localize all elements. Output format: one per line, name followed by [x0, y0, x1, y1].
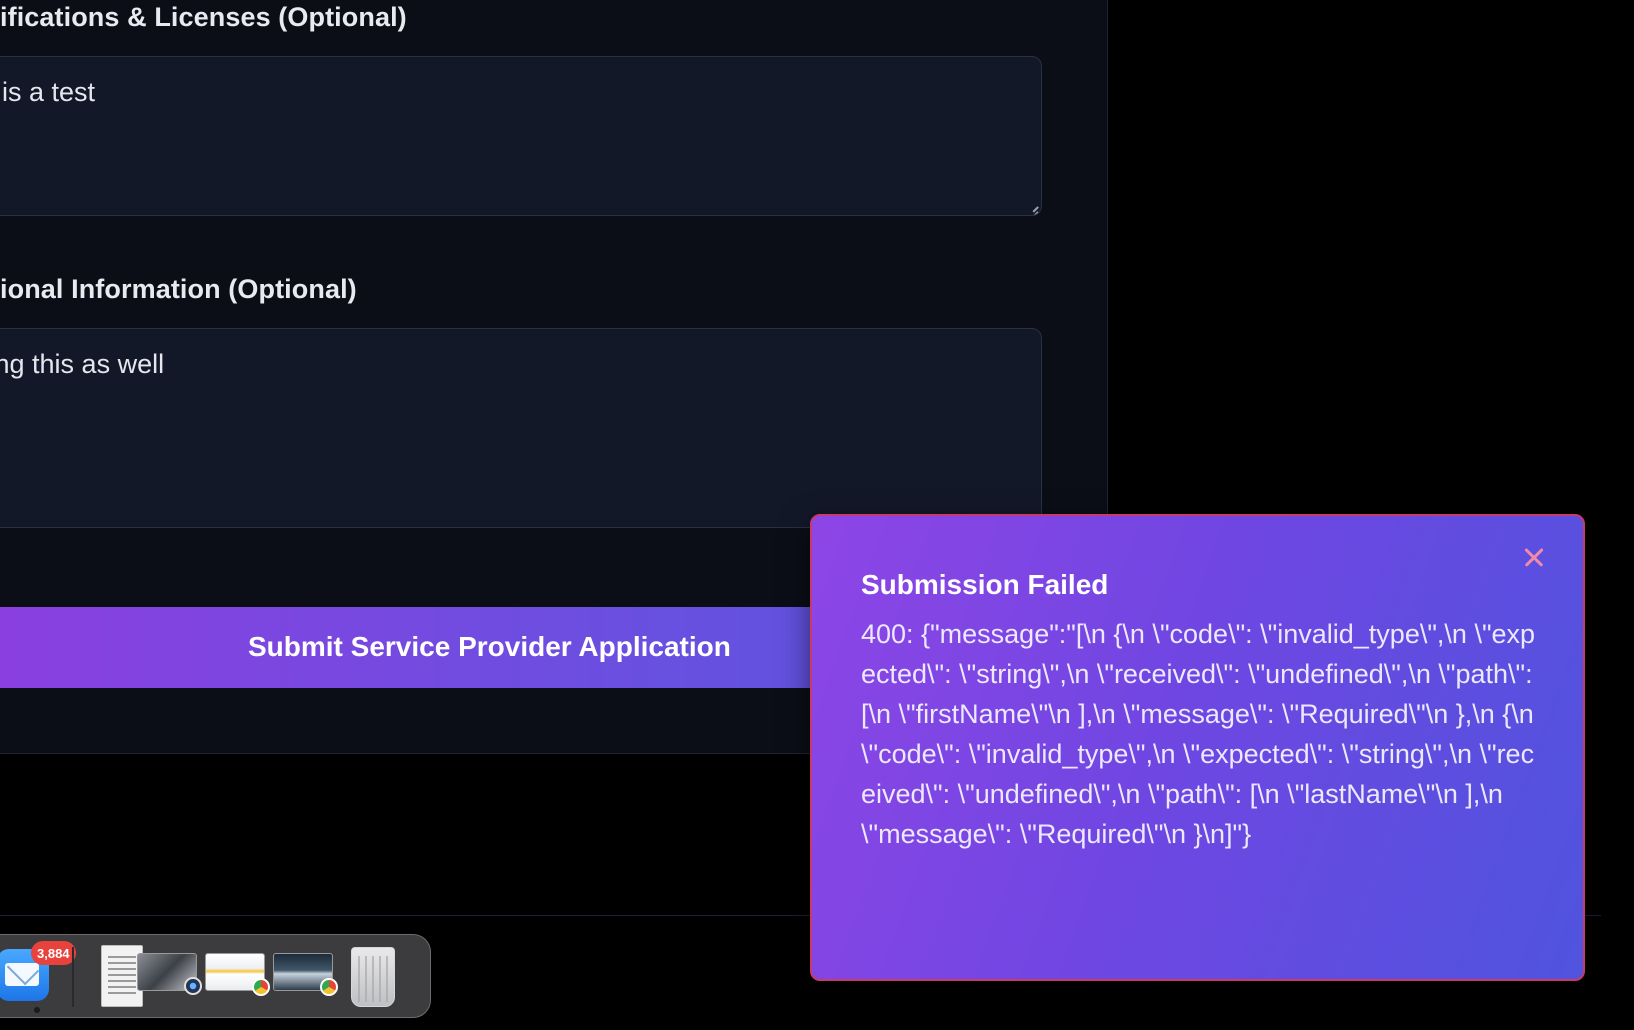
running-indicator: [34, 1007, 40, 1013]
dock: 3,884: [0, 934, 431, 1018]
certifications-label: ifications & Licenses (Optional): [0, 2, 407, 32]
chrome-badge-icon: [320, 978, 338, 996]
certifications-value: s is a test: [0, 77, 96, 107]
toast-message: 400: {"message":"[\n {\n \"code\": \"inv…: [861, 619, 1536, 849]
certifications-textarea[interactable]: s is a test: [0, 56, 1042, 216]
additional-info-textarea[interactable]: ting this as well: [0, 328, 1042, 528]
error-toast: Submission Failed 400: {"message":"[\n {…: [810, 514, 1585, 981]
close-icon[interactable]: [1519, 542, 1549, 572]
resize-handle-icon[interactable]: [1026, 200, 1038, 212]
mail-app[interactable]: 3,884: [0, 941, 76, 1013]
chrome-badge-icon: [252, 978, 270, 996]
preview-badge-icon: [184, 977, 202, 995]
additional-info-value: ting this as well: [0, 349, 165, 379]
dock-separator: [72, 947, 74, 1007]
submit-button-label: Submit Service Provider Application: [248, 631, 731, 662]
trash-icon: [351, 947, 395, 1007]
additional-info-label: ional Information (Optional): [0, 274, 357, 304]
trash-app[interactable]: [347, 945, 407, 1009]
window-edge: [1601, 0, 1617, 1014]
screen: ifications & Licenses (Optional) s is a …: [0, 0, 1634, 1030]
mail-badge: 3,884: [31, 941, 76, 965]
toast-title: Submission Failed: [861, 569, 1109, 600]
